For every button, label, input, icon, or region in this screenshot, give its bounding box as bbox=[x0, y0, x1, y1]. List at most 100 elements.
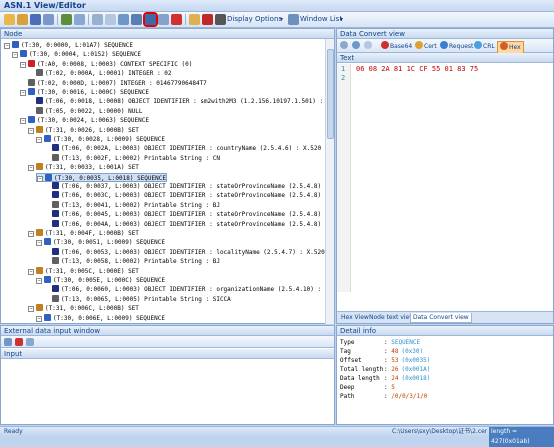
new-file-icon[interactable] bbox=[4, 14, 15, 25]
collapse-icon[interactable]: − bbox=[36, 137, 42, 143]
collapse-icon[interactable]: − bbox=[28, 165, 34, 172]
line-number: 2 bbox=[341, 74, 346, 82]
tree-node[interactable]: (T:13, 0:002F, L:0002) Printable String … bbox=[44, 153, 220, 163]
tree-pane: Node − (T:30, 0:0000, L:01A7) SEQUENCE − (T… bbox=[0, 28, 335, 324]
collapse-icon[interactable]: − bbox=[20, 61, 26, 68]
collapse-icon[interactable]: − bbox=[12, 52, 18, 59]
collapse-icon[interactable]: − bbox=[36, 315, 42, 322]
request-button[interactable]: Request bbox=[440, 41, 473, 52]
external-dropdown-icon[interactable] bbox=[26, 338, 34, 346]
collapse-icon[interactable]: − bbox=[28, 306, 34, 313]
tree-node[interactable]: − (T:31, 0:0033, L:001A) SET bbox=[28, 163, 139, 172]
detail-key: Deep bbox=[340, 384, 355, 391]
window-list-menu[interactable]: Window List bbox=[300, 14, 342, 25]
tree-node[interactable]: (T:06, 0:0060, L:0003) OBJECT IDENTIFIER… bbox=[44, 285, 327, 294]
open-folder-icon[interactable] bbox=[17, 14, 28, 25]
move-icon[interactable] bbox=[158, 14, 169, 25]
toolbar-separator bbox=[88, 14, 89, 25]
paste-icon[interactable] bbox=[118, 14, 129, 25]
tree-node[interactable]: (T:05, 0:0022, L:0000) NULL bbox=[28, 106, 143, 116]
collapse-icon[interactable]: − bbox=[37, 175, 43, 182]
pdf-icon[interactable] bbox=[202, 14, 213, 25]
tree-node[interactable]: (T:02, 0:000A, L:0001) INTEGER : 02 bbox=[28, 69, 171, 78]
tab-data-convert-view[interactable]: Data Convert view bbox=[410, 313, 472, 323]
tree-node-label: (T:13, 0:0058, L:0002) Printable String … bbox=[61, 258, 220, 266]
tree-node[interactable]: (T:06, 0:0037, L:0003) OBJECT IDENTIFIER… bbox=[44, 182, 327, 191]
edit-icon[interactable] bbox=[61, 14, 72, 25]
convert-copy-icon[interactable] bbox=[340, 41, 349, 52]
tree-node[interactable]: − (T:31, 0:0026, L:000B) SET bbox=[28, 125, 139, 135]
tree-node[interactable]: (T:06, 0:002A, L:0003) OBJECT IDENTIFIER… bbox=[44, 144, 327, 153]
tree-node[interactable]: − (T:30, 0:0004, L:0152) SEQUENCE bbox=[12, 50, 141, 59]
tree-node[interactable]: − (T:30, 0:006E, L:0009) SEQUENCE bbox=[36, 313, 165, 323]
cert-button[interactable]: Cert bbox=[415, 41, 437, 52]
input-label: Input bbox=[1, 349, 334, 359]
tree-node-label: (T:06, 0:0037, L:0003) OBJECT IDENTIFIER… bbox=[61, 183, 327, 190]
display-options-menu[interactable]: Display Options bbox=[227, 14, 282, 25]
tree-node-label: (T:02, 0:000A, L:0001) INTEGER : 02 bbox=[45, 70, 172, 78]
collapse-icon[interactable]: − bbox=[20, 90, 26, 96]
input-area[interactable] bbox=[1, 360, 334, 424]
tree-node[interactable]: − (T:30, 0:0028, L:0009) SEQUENCE bbox=[36, 135, 165, 144]
export-icon[interactable] bbox=[189, 14, 200, 25]
cut-icon[interactable] bbox=[92, 14, 103, 25]
status-bar: Ready C:\Users\sxy\Desktop\证书\2.cer leng… bbox=[0, 426, 554, 447]
delete-icon[interactable] bbox=[171, 14, 182, 25]
collapse-icon[interactable]: − bbox=[28, 127, 34, 134]
tree-node[interactable]: − (T:A0, 0:0008, L:0003) CONTEXT SPECIFIC… bbox=[20, 59, 192, 69]
detail-value: 48 bbox=[391, 348, 399, 355]
tree-node[interactable]: (T:13, 0:0065, L:0005) Printable String … bbox=[44, 294, 231, 304]
tree-node[interactable]: (T:13, 0:0058, L:0002) Printable String … bbox=[44, 257, 220, 266]
tree-node[interactable]: (T:06, 0:003C, L:0003) OBJECT IDENTIFIER… bbox=[44, 191, 327, 200]
scrollbar-thumb[interactable] bbox=[327, 49, 334, 139]
tree-node-label: (T:30, 0:0051, L:0009) SEQUENCE bbox=[53, 239, 165, 247]
collapse-icon[interactable]: − bbox=[28, 268, 34, 275]
tree-node[interactable]: − (T:30, 0:0024, L:0063) SEQUENCE bbox=[20, 116, 149, 125]
properties-icon[interactable] bbox=[74, 14, 85, 25]
external-clear-icon[interactable] bbox=[15, 338, 23, 346]
external-header: External data input window bbox=[1, 326, 334, 336]
crl-button[interactable]: CRL bbox=[474, 41, 495, 52]
tree-node-label: (T:30, 0:0035, L:0018) SEQUENCE bbox=[54, 174, 166, 182]
status-ready: Ready bbox=[4, 428, 23, 435]
collapse-icon[interactable]: − bbox=[36, 240, 42, 247]
copy-icon[interactable] bbox=[105, 14, 116, 25]
tree-node[interactable]: (T:13, 0:0041, L:0002) Printable String … bbox=[44, 200, 220, 210]
tree-node[interactable]: − (T:30, 0:0000, L:01A7) SEQUENCE bbox=[4, 41, 133, 50]
collapse-icon[interactable]: − bbox=[4, 43, 10, 49]
hex-text-area[interactable]: 1 06 08 2A 81 1C CF 55 01 83 75 2 bbox=[337, 64, 553, 292]
tree-node-label: (T:06, 0:0053, L:0003) OBJECT IDENTIFIER… bbox=[61, 248, 327, 256]
insert-icon[interactable] bbox=[131, 14, 142, 25]
line-gutter bbox=[337, 64, 351, 292]
tree-node[interactable]: − (T:30, 0:0035, L:0018) SEQUENCE bbox=[36, 172, 167, 182]
node-type-icon bbox=[28, 59, 35, 67]
tree-node[interactable]: (T:06, 0:004A, L:0003) OBJECT IDENTIFIER… bbox=[44, 219, 327, 229]
detail-row: Deep: 5 bbox=[340, 383, 398, 392]
collapse-icon[interactable]: − bbox=[36, 278, 42, 284]
convert-icon[interactable] bbox=[143, 12, 158, 27]
base64-button[interactable]: Base64 bbox=[381, 41, 412, 52]
data-convert-header: Data Convert view bbox=[337, 29, 553, 39]
convert-paste-icon[interactable] bbox=[352, 41, 361, 52]
save-icon[interactable] bbox=[30, 14, 41, 25]
tree-node[interactable]: (T:06, 0:0045, L:0003) OBJECT IDENTIFIER… bbox=[44, 210, 327, 219]
tab-node-text-view[interactable]: Node text view bbox=[367, 313, 416, 323]
detail-key: Type bbox=[340, 339, 355, 346]
save-as-icon[interactable] bbox=[43, 14, 54, 25]
tree-node[interactable]: − (T:30, 0:0016, L:000C) SEQUENCE bbox=[20, 88, 149, 97]
tree-node[interactable]: − (T:31, 0:005C, L:000E) SET bbox=[28, 266, 139, 276]
collapse-icon[interactable]: − bbox=[20, 118, 26, 125]
tree-node[interactable]: − (T:30, 0:0051, L:0009) SEQUENCE bbox=[36, 238, 165, 247]
collapse-icon[interactable]: − bbox=[28, 231, 34, 237]
tree-node[interactable]: − (T:31, 0:004F, L:000B) SET bbox=[28, 229, 139, 238]
tree-scrollbar[interactable] bbox=[325, 39, 334, 324]
tree-node[interactable]: (T:02, 0:000D, L:0007) INTEGER : 0146779… bbox=[20, 78, 207, 88]
tree-node[interactable]: (T:06, 0:0018, L:0008) OBJECT IDENTIFIER… bbox=[28, 97, 327, 106]
tree-node[interactable]: − (T:31, 0:006C, L:000B) SET bbox=[28, 304, 139, 313]
node-type-icon bbox=[44, 313, 51, 321]
tree-node[interactable]: (T:06, 0:0053, L:0003) OBJECT IDENTIFIER… bbox=[44, 247, 327, 257]
tree-node[interactable]: − (T:30, 0:005E, L:000C) SEQUENCE bbox=[36, 276, 165, 285]
external-open-icon[interactable] bbox=[4, 338, 12, 346]
convert-clear-icon[interactable] bbox=[364, 41, 373, 52]
tree-node-label: (T:30, 0:0016, L:000C) SEQUENCE bbox=[37, 89, 149, 96]
